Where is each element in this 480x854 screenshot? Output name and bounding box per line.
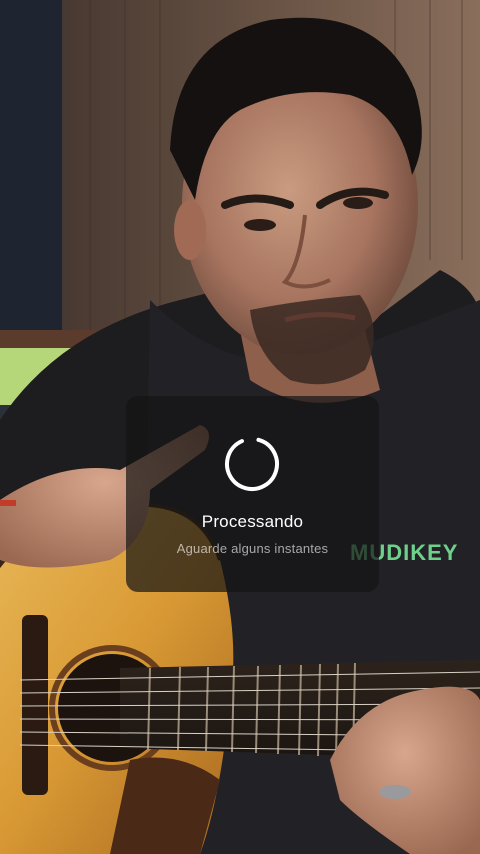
processing-subtitle: Aguarde alguns instantes [176, 541, 329, 556]
video-screen: MUDIKEY Processando Aguarde alguns insta… [0, 0, 480, 854]
loading-spinner-icon [225, 437, 279, 491]
processing-overlay: Processando Aguarde alguns instantes [126, 396, 379, 592]
processing-title: Processando [201, 512, 304, 531]
